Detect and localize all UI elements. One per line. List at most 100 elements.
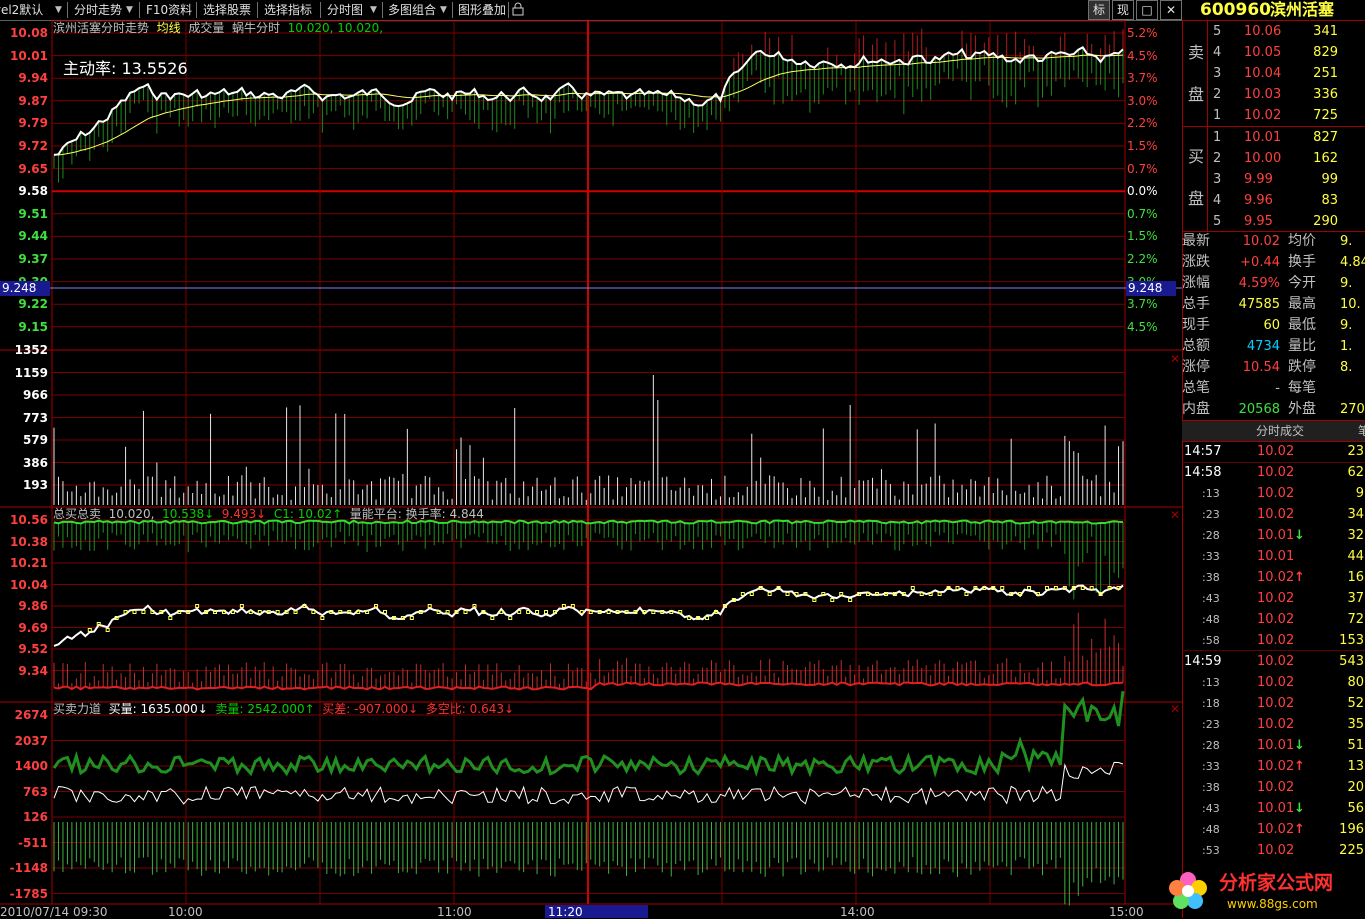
level-volume: 290 [1313, 214, 1338, 229]
panel2-marker [1000, 586, 1005, 590]
toolbar-select-stock[interactable]: 选择股票 [203, 2, 251, 18]
panel2-marker [257, 610, 262, 614]
chevron-down-icon[interactable]: ▼ [370, 2, 377, 18]
volume-axis-label: 1352 [14, 343, 48, 357]
panel2-marker [1036, 592, 1041, 596]
tick-price: 10.02 [1257, 612, 1295, 627]
quote-key-2: 每笔 [1288, 380, 1316, 396]
stock-name: 滨州活塞 [1270, 0, 1335, 19]
buy-level-row[interactable]: 4 9.96 83 [1182, 190, 1365, 211]
toolbar-divider [196, 2, 197, 18]
panel2-marker [445, 610, 450, 614]
tick-time: 14:59 [1184, 654, 1222, 669]
quote-key-2: 均价 [1288, 233, 1316, 249]
tick-time: :48 [1202, 613, 1220, 626]
panel3-axis-label: 1400 [14, 759, 48, 773]
quote-value-2: 9. [1340, 234, 1353, 249]
ticks-header[interactable]: 分时成交 笔 [1182, 420, 1365, 442]
mark-button[interactable]: 标 [1088, 0, 1110, 20]
quote-value-2: 270 [1340, 402, 1365, 417]
toolbar-select-indicator[interactable]: 选择指标 [264, 2, 312, 18]
level-volume: 251 [1313, 66, 1338, 81]
buy-level-row[interactable]: 2 10.00 162 [1182, 148, 1365, 169]
toolbar-intraday-chart[interactable]: 分时图 [327, 2, 363, 18]
close-button[interactable]: ✕ [1160, 0, 1182, 20]
panel2-marker [910, 586, 915, 590]
tick-time: 14:58 [1184, 465, 1222, 480]
quote-key-2: 跌停 [1288, 359, 1316, 375]
tick-row: :23 10.02 34 [1182, 504, 1365, 525]
tick-price: 10.02 [1257, 465, 1295, 480]
tick-row: :33 10.01 44 [1182, 546, 1365, 567]
panel2-marker [821, 592, 826, 596]
toolbar-intraday-trend[interactable]: 分时走势 [74, 2, 122, 18]
buy-level-row[interactable]: 5 9.95 290 [1182, 211, 1365, 232]
tick-time: :33 [1202, 550, 1220, 563]
price-axis-label: 9.79 [18, 116, 48, 131]
quote-key-2: 最高 [1288, 296, 1316, 312]
intraday-chart[interactable]: ✕ ✕ ✕ [0, 20, 1182, 918]
panel2-marker [1027, 586, 1032, 590]
tick-row: 14:59 10.02 543 [1182, 651, 1365, 672]
sell-level-row[interactable]: 1 10.02 725 [1182, 105, 1365, 126]
panel2-header: 总买总卖 10.020, 10.538↓ 9.493↓ C1: 10.02↑ 量… [53, 507, 484, 521]
level-volume: 162 [1313, 151, 1338, 166]
toolbar-f10-info[interactable]: F10资料 [146, 2, 192, 18]
quote-key-2: 最低 [1288, 317, 1316, 333]
tick-row: :43 10.01 ↓ 56 [1182, 798, 1365, 819]
panel2-marker [123, 610, 128, 614]
panel2-marker [740, 592, 745, 596]
price-axis-label: 10.08 [10, 26, 48, 40]
tick-time: :53 [1202, 844, 1220, 857]
toolbar-multi-chart[interactable]: 多图组合 [388, 2, 436, 18]
tick-direction: ↓ [1294, 801, 1305, 816]
tick-volume: 62 [1347, 465, 1364, 480]
panel2-marker [651, 610, 656, 614]
panel2-marker [168, 616, 173, 620]
panel2-axis-label: 10.38 [10, 534, 48, 549]
panel3-axis-label: -1785 [9, 886, 48, 901]
panel2-marker [141, 610, 146, 614]
sell-level-row[interactable]: 3 10.04 251 [1182, 63, 1365, 84]
quote-value-2: 1. [1340, 339, 1353, 354]
tick-time: :18 [1202, 697, 1220, 710]
panel2-marker [526, 610, 531, 614]
buy-level-row[interactable]: 1 10.01 827 [1182, 127, 1365, 148]
sell-level-row[interactable]: 2 10.03 336 [1182, 84, 1365, 105]
quote-value: 4734 [1246, 339, 1280, 354]
price-axis-label: 9.58 [18, 184, 48, 199]
tick-time: :43 [1202, 802, 1220, 815]
tick-row: 14:57 10.02 23 [1182, 441, 1365, 462]
tick-price: 10.02 [1257, 591, 1295, 606]
sell-level-row[interactable]: 5 10.06 341 [1182, 21, 1365, 42]
toolbar-level2-default[interactable]: Level2默认 [0, 2, 43, 18]
panel2-marker [830, 598, 835, 602]
level-volume: 336 [1313, 87, 1338, 102]
percent-axis-label: 2.2% [1127, 252, 1158, 266]
chevron-down-icon[interactable]: ▼ [55, 2, 62, 18]
percent-axis-label: 0.7% [1127, 161, 1158, 176]
current-button[interactable]: 现 [1112, 0, 1134, 20]
level-price: 10.00 [1244, 151, 1282, 166]
quote-value-2: 9. [1340, 318, 1353, 333]
panel2-marker [1053, 586, 1058, 590]
panel2-marker [221, 610, 226, 614]
tick-row: :58 10.02 153 [1182, 630, 1365, 651]
panel2-marker [356, 610, 361, 614]
sell-level-row[interactable]: 4 10.05 829 [1182, 42, 1365, 63]
panel2-marker [767, 592, 772, 596]
tick-volume: 20 [1347, 780, 1364, 795]
chevron-down-icon[interactable]: ▼ [126, 2, 133, 18]
panel3-axis-label: 763 [22, 784, 48, 799]
window-button[interactable]: □ [1136, 0, 1158, 20]
buy-level-row[interactable]: 3 9.99 99 [1182, 169, 1365, 190]
chevron-down-icon[interactable]: ▼ [440, 2, 447, 18]
tick-row: :38 10.02 ↑ 16 [1182, 567, 1365, 588]
lock-icon[interactable] [512, 2, 524, 18]
panel2-marker [320, 616, 325, 620]
tick-row: :28 10.01 ↓ 32 [1182, 525, 1365, 546]
panel2-marker [785, 592, 790, 596]
toolbar-overlay[interactable]: 图形叠加 [458, 2, 506, 18]
panel2-marker [919, 592, 924, 596]
tick-volume: 34 [1347, 507, 1364, 522]
